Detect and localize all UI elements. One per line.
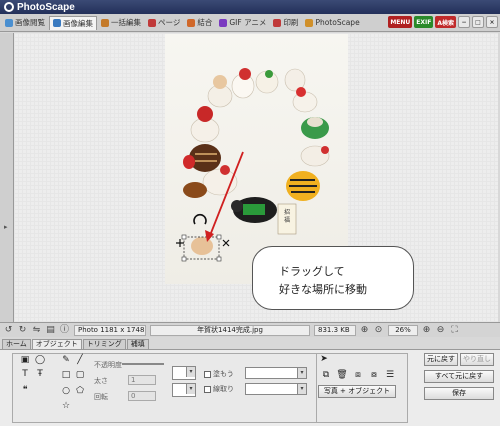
top-right-buttons: MENU EXIF A検索 − □ × — [388, 16, 498, 28]
fill-style-select[interactable]: ▾ — [245, 367, 307, 379]
title-bar: PhotoScape — [0, 0, 500, 14]
flip-icon[interactable]: ⇋ — [31, 325, 42, 336]
zoom-in-icon[interactable]: ⊕ — [421, 325, 432, 336]
expand-arrow-icon: ▸ — [4, 223, 8, 231]
opacity-slider[interactable] — [122, 363, 164, 365]
status-bar: ↺ ↻ ⇋ ▤ ⓘ Photo 1181 x 1748 年賀状1414完成.jp… — [0, 322, 500, 337]
text-icon[interactable]: T — [19, 368, 31, 380]
tab-photoscape[interactable]: PhotoScape — [302, 16, 362, 30]
zoom-out-icon[interactable]: ⊖ — [435, 325, 446, 336]
tab-print[interactable]: 印刷 — [270, 16, 301, 30]
speech-bubble-callout: ドラッグして 好きな場所に移動 — [252, 246, 414, 310]
file-size-readout: 831.3 KB — [314, 324, 356, 336]
tab-viewer[interactable]: 画像閲覧 — [2, 16, 48, 30]
editor-icon — [53, 19, 61, 27]
text-style-icon[interactable]: Ŧ — [34, 368, 46, 380]
svg-text:福: 福 — [284, 216, 290, 224]
left-collapse-handle[interactable]: ▸ — [0, 33, 14, 322]
thickness-stepper[interactable]: 1 — [128, 375, 156, 385]
tab-gif-animation[interactable]: GIF アニメ — [216, 16, 269, 30]
photo-size-readout: Photo 1181 x 1748 — [74, 324, 146, 336]
maximize-button[interactable]: □ — [472, 16, 484, 28]
zoom-fit-icon[interactable]: ⊕ — [359, 325, 370, 336]
star-icon[interactable]: ☆ — [60, 400, 72, 412]
menu-button[interactable]: MENU — [388, 16, 413, 28]
search-button[interactable]: A検索 — [435, 16, 456, 28]
object-list-icon[interactable]: ☰ — [384, 369, 396, 381]
panel-tab-crop[interactable]: トリミング — [82, 339, 126, 349]
fill-color-swatch[interactable]: ▾ — [172, 366, 196, 380]
photo-object-icon[interactable]: ▣ — [19, 354, 31, 366]
pentagon-icon[interactable]: ⬠ — [74, 385, 86, 397]
chevron-down-icon: ▾ — [297, 384, 306, 394]
fill-checkbox[interactable]: 塗もう — [204, 369, 234, 379]
panel-tab-object[interactable]: オブジェクト — [31, 339, 82, 349]
panel-tab-bar: ホーム オブジェクト トリミング 補填 — [0, 338, 500, 349]
chevron-down-icon: ▾ — [297, 368, 306, 378]
print-icon — [273, 18, 282, 27]
redo-button[interactable]: やり直し — [460, 353, 494, 366]
speech-balloon-icon[interactable]: ◯ — [34, 354, 46, 366]
line-icon[interactable]: ╱ — [74, 354, 86, 366]
app-title: PhotoScape — [17, 1, 75, 13]
rotate-label: 回転 — [94, 393, 108, 401]
undo-button[interactable]: 元に戻す — [424, 353, 458, 366]
rectangle-icon[interactable]: □ — [60, 369, 72, 381]
rounded-rectangle-icon[interactable]: ▢ — [74, 369, 86, 381]
tab-combine[interactable]: 結合 — [184, 16, 215, 30]
print-icon[interactable]: ▤ — [45, 325, 56, 336]
tab-batch-editor[interactable]: 一括編集 — [98, 16, 144, 30]
tab-page[interactable]: ページ — [145, 16, 183, 30]
exif-button[interactable]: EXIF — [414, 16, 434, 28]
line-color-swatch[interactable]: ▾ — [172, 383, 196, 397]
pointer-icon[interactable]: ➤ — [318, 353, 330, 365]
tab-editor[interactable]: 画像編集 — [49, 15, 97, 30]
callout-line-2: 好きな場所に移動 — [279, 283, 367, 296]
chevron-down-icon: ▾ — [186, 384, 195, 394]
photoscape-icon — [305, 18, 314, 27]
app-logo-icon — [4, 2, 14, 12]
opacity-label: 不透明度 — [94, 361, 122, 369]
save-button[interactable]: 保存 — [424, 387, 494, 400]
viewer-icon — [5, 18, 13, 27]
bring-front-icon[interactable]: ⧈ — [352, 369, 364, 381]
zoom-actual-icon[interactable]: ⊙ — [373, 325, 384, 336]
panel-tab-tools[interactable]: 補填 — [126, 339, 149, 349]
quote-icon[interactable]: ❝ — [19, 384, 31, 396]
delete-object-icon[interactable]: 🗑 — [336, 369, 348, 381]
undo-all-button[interactable]: すべて元に戻す — [424, 370, 494, 383]
gif-icon — [219, 18, 228, 27]
rotate-right-icon[interactable]: ↻ — [17, 325, 28, 336]
thickness-label: 太さ — [94, 377, 108, 385]
minimize-button[interactable]: − — [458, 16, 470, 28]
filename-readout: 年賀状1414完成.jpg — [150, 324, 310, 336]
fullscreen-icon[interactable]: ⛶ — [449, 325, 460, 336]
info-icon[interactable]: ⓘ — [59, 325, 70, 336]
rotate-stepper[interactable]: 0 — [128, 391, 156, 401]
circle-icon[interactable]: ○ — [60, 385, 72, 397]
combine-icon — [187, 18, 196, 27]
chevron-down-icon: ▾ — [186, 367, 195, 377]
outline-checkbox[interactable]: 線取り — [204, 384, 234, 394]
close-button[interactable]: × — [486, 16, 498, 28]
batch-icon — [101, 18, 109, 27]
callout-line-1: ドラッグして — [279, 265, 345, 278]
pen-icon[interactable]: ✎ — [60, 354, 72, 366]
checkbox-box — [204, 385, 211, 393]
svg-text:招: 招 — [284, 208, 290, 216]
zoom-readout: 26% — [388, 324, 418, 336]
photo-object-button[interactable]: 写真 + オブジェクト — [318, 385, 396, 398]
checkbox-box — [204, 370, 211, 378]
page-icon — [148, 18, 156, 27]
outline-style-select[interactable]: ▾ — [245, 383, 307, 395]
panel-tab-home[interactable]: ホーム — [2, 339, 31, 349]
send-back-icon[interactable]: ⧇ — [368, 369, 380, 381]
rotate-left-icon[interactable]: ↺ — [3, 325, 14, 336]
copy-object-icon[interactable]: ⧉ — [320, 369, 332, 381]
